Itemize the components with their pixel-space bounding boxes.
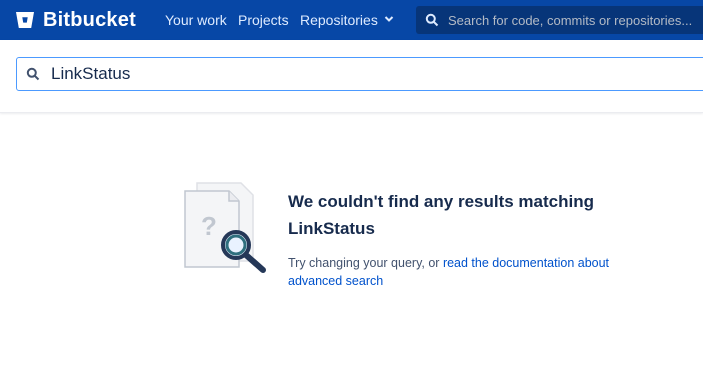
bitbucket-logo-icon [14, 9, 36, 31]
search-icon [26, 67, 40, 81]
no-results-heading: We couldn't find any results matching [288, 192, 594, 211]
chevron-down-icon [384, 15, 394, 26]
nav-your-work[interactable]: Your work [165, 0, 227, 40]
global-search-box[interactable] [416, 6, 703, 34]
nav-projects[interactable]: Projects [238, 0, 289, 40]
no-results-query: LinkStatus [288, 219, 375, 238]
svg-text:?: ? [201, 211, 217, 241]
bitbucket-home-link[interactable]: Bitbucket [14, 7, 136, 33]
no-results-hint: Try changing your query, or read the doc… [288, 254, 628, 290]
global-search-input[interactable] [446, 11, 700, 29]
no-results-magnifier-icon: ? [183, 181, 271, 273]
no-results-message: We couldn't find any results matching Li… [288, 188, 628, 290]
top-navigation-bar: Bitbucket Your work Projects Repositorie… [0, 0, 703, 40]
nav-repositories-label: Repositories [300, 12, 378, 28]
search-icon [425, 13, 439, 27]
hint-text: Try changing your query, or [288, 256, 443, 270]
nav-repositories[interactable]: Repositories [300, 0, 394, 40]
search-query-area [0, 40, 703, 113]
code-search-input[interactable] [51, 64, 651, 84]
code-search-box[interactable] [16, 57, 703, 91]
brand-name: Bitbucket [43, 8, 136, 31]
